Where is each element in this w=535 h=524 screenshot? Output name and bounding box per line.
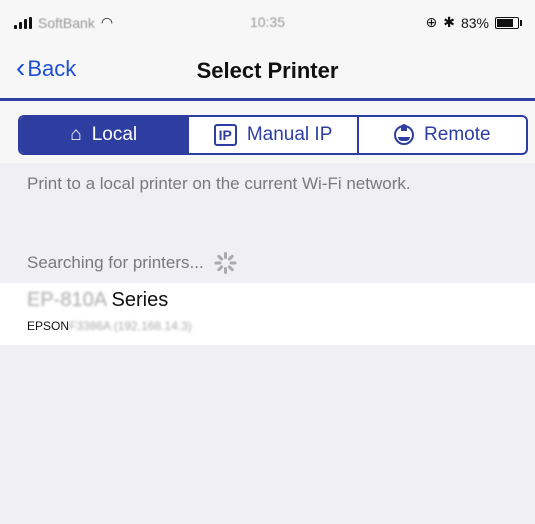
- printer-list-item[interactable]: EP-810A Series EPSONF3386A (192.168.14.3…: [0, 283, 535, 345]
- page-title: Select Printer: [196, 58, 339, 83]
- printer-details: EPSONF3386A (192.168.14.3): [27, 319, 192, 333]
- tab-local[interactable]: ⌂ Local: [20, 117, 188, 153]
- tab-remote-label: Remote: [424, 124, 491, 145]
- status-bar: SoftBank ◠ 10:35 ⊕ ✱ 83%: [0, 0, 535, 44]
- segmented-control: ⌂ Local IP Manual IP Remote: [18, 115, 528, 155]
- home-icon: ⌂: [70, 124, 82, 145]
- printer-series: Series: [111, 289, 169, 311]
- tab-remote[interactable]: Remote: [356, 117, 526, 153]
- navigation-bar: ‹ Back Select Printer: [0, 44, 535, 101]
- location-icon: ⊕: [425, 14, 438, 30]
- tab-manual-ip[interactable]: IP Manual IP: [187, 117, 356, 153]
- bluetooth-icon: ✱: [443, 14, 455, 30]
- remote-icon: [394, 124, 415, 145]
- printer-name: EP-810A Series: [27, 289, 168, 312]
- battery-percent: 83%: [460, 14, 489, 31]
- searching-status: Searching for printers...: [27, 252, 237, 274]
- description-text: Print to a local printer on the current …: [27, 174, 411, 193]
- status-right: ⊕ ✱ 83%: [425, 14, 522, 31]
- tab-bar-container: ⌂ Local IP Manual IP Remote: [0, 101, 535, 163]
- searching-label: Searching for printers...: [27, 253, 204, 272]
- tab-local-label: Local: [91, 124, 138, 145]
- battery-icon: [495, 16, 522, 29]
- printer-vendor: EPSON: [27, 319, 70, 333]
- printer-identifier: F3386A (192.168.14.3): [69, 319, 192, 333]
- ip-icon: IP: [213, 124, 237, 146]
- printer-model: EP-810A: [27, 289, 106, 311]
- spinner-icon: [214, 252, 237, 274]
- tab-manual-ip-label: Manual IP: [246, 124, 333, 145]
